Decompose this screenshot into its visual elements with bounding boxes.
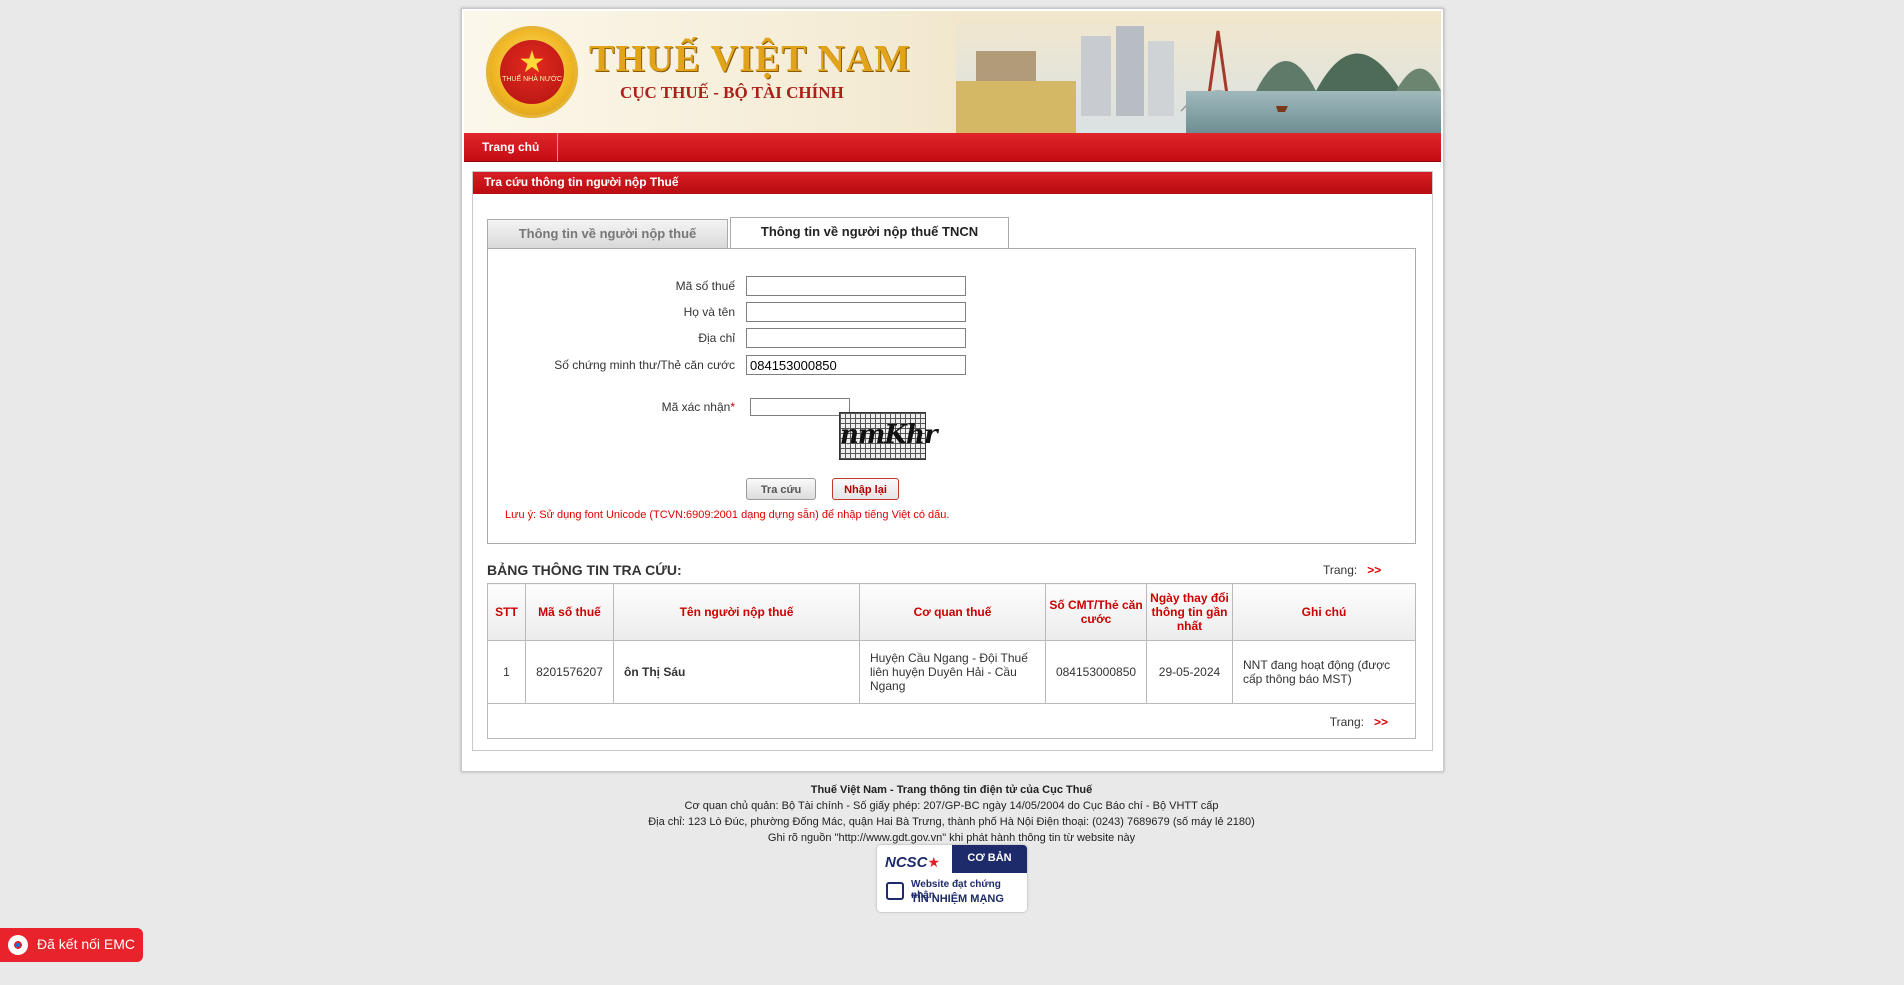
site-title: THUẾ VIỆT NAM <box>589 38 911 80</box>
pager-next-link[interactable]: >> <box>1374 715 1388 729</box>
ncsc-logo: NCSC★ <box>885 854 941 871</box>
search-form: Mã số thuế Họ và tên Địa chỉ Số chứng mi… <box>487 248 1416 544</box>
col-tax-agency: Cơ quan thuế <box>859 583 1046 641</box>
badge-level: CƠ BẢN <box>952 845 1027 873</box>
emc-status-label: Đã kết nối EMC <box>37 936 136 952</box>
search-button[interactable]: Tra cứu <box>746 478 816 500</box>
panel-title: Tra cứu thông tin người nộp Thuế <box>473 172 1432 194</box>
id-number-label: Số chứng minh thư/Thẻ căn cước <box>554 358 735 372</box>
site-footer: Thuế Việt Nam - Trang thông tin điện tử … <box>461 782 1442 846</box>
captcha-input[interactable] <box>750 398 850 416</box>
cell-stt: 1 <box>487 640 526 704</box>
cell-note: NNT đang hoạt động (được cấp thông báo M… <box>1232 640 1416 704</box>
cell-taxpayer-name: ôn Thị Sáu <box>613 640 860 704</box>
full-name-input[interactable] <box>746 302 966 322</box>
col-stt: STT <box>487 583 526 641</box>
emblem-text: THUẾ NHÀ NƯỚC <box>502 76 562 83</box>
ncsc-trust-badge[interactable]: NCSC★ CƠ BẢN Website đạt chứng nhận TÍN … <box>877 845 1027 912</box>
col-id-number: Số CMT/Thẻ căn cước <box>1045 583 1147 641</box>
emc-status-button[interactable]: Đã kết nối EMC <box>0 928 143 962</box>
unicode-note: Lưu ý: Sử dụng font Unicode (TCVN:6909:2… <box>505 509 950 521</box>
reset-button[interactable]: Nhập lại <box>832 478 899 500</box>
cell-tax-code: 8201576207 <box>525 640 614 704</box>
pager-top: Trang: >> <box>1323 563 1381 577</box>
footer-source-note: Ghi rõ nguồn "http://www.gdt.gov.vn" khi… <box>767 832 1136 844</box>
tab-taxpayer-info[interactable]: Thông tin về người nộp thuế <box>487 219 728 248</box>
footer-site-name: Thuế Việt Nam - Trang thông tin điện tử … <box>810 784 1093 796</box>
site-subtitle: CỤC THUẾ - BỘ TÀI CHÍNH <box>620 83 844 102</box>
captcha-label: Mã xác nhận* <box>661 400 735 414</box>
tab-personal-taxpayer-info[interactable]: Thông tin về người nộp thuế TNCN <box>730 217 1009 248</box>
pager-label: Trang: <box>1323 563 1358 577</box>
col-taxpayer-name: Tên người nộp thuế <box>613 583 860 641</box>
results-table: STT Mã số thuế Tên người nộp thuế Cơ qua… <box>487 583 1416 704</box>
col-last-updated: Ngày thay đổi thông tin gần nhất <box>1146 583 1233 641</box>
certificate-icon <box>886 882 904 900</box>
table-header-row: STT Mã số thuế Tên người nộp thuế Cơ qua… <box>487 583 1416 641</box>
nav-home-link[interactable]: Trang chủ <box>464 133 559 161</box>
id-number-input[interactable] <box>746 355 966 375</box>
cell-tax-agency: Huyện Cầu Ngang - Đội Thuế liên huyện Du… <box>859 640 1046 704</box>
col-tax-code: Mã số thuế <box>525 583 614 641</box>
table-row: 1 8201576207 ôn Thị Sáu Huyện Cầu Ngang … <box>487 640 1416 704</box>
banner-scenery-image <box>956 11 1441 133</box>
tax-code-label: Mã số thuế <box>675 279 735 293</box>
cell-id-number: 084153000850 <box>1045 640 1147 704</box>
footer-address: Địa chỉ: 123 Lò Đúc, phường Đống Mác, qu… <box>648 816 1255 828</box>
site-banner: ★ THUẾ NHÀ NƯỚC THUẾ VIỆT NAM CỤC THUẾ -… <box>464 11 1441 133</box>
tax-emblem-logo: ★ THUẾ NHÀ NƯỚC <box>486 26 578 118</box>
address-label: Địa chỉ <box>698 331 735 345</box>
pager-bottom: Trang: >> <box>1330 715 1388 729</box>
search-panel: Tra cứu thông tin người nộp Thuế Thông t… <box>472 171 1433 751</box>
tax-code-input[interactable] <box>746 276 966 296</box>
emc-logo-icon <box>8 935 28 955</box>
badge-line2: TÍN NHIỆM MẠNG <box>911 893 1004 905</box>
page-container: ★ THUẾ NHÀ NƯỚC THUẾ VIỆT NAM CỤC THUẾ -… <box>461 8 1444 772</box>
full-name-label: Họ và tên <box>683 305 735 319</box>
cell-last-updated: 29-05-2024 <box>1146 640 1233 704</box>
table-footer: Trang: >> <box>487 703 1416 739</box>
col-note: Ghi chú <box>1232 583 1416 641</box>
captcha-image: nmKhr <box>839 412 938 460</box>
footer-license: Cơ quan chủ quản: Bộ Tài chính - Số giấy… <box>684 800 1219 812</box>
results-title: BẢNG THÔNG TIN TRA CỨU: <box>487 562 682 578</box>
address-input[interactable] <box>746 328 966 348</box>
main-nav-bar: Trang chủ <box>464 133 1441 162</box>
pager-next-link[interactable]: >> <box>1367 563 1381 577</box>
pager-label: Trang: <box>1329 715 1364 729</box>
